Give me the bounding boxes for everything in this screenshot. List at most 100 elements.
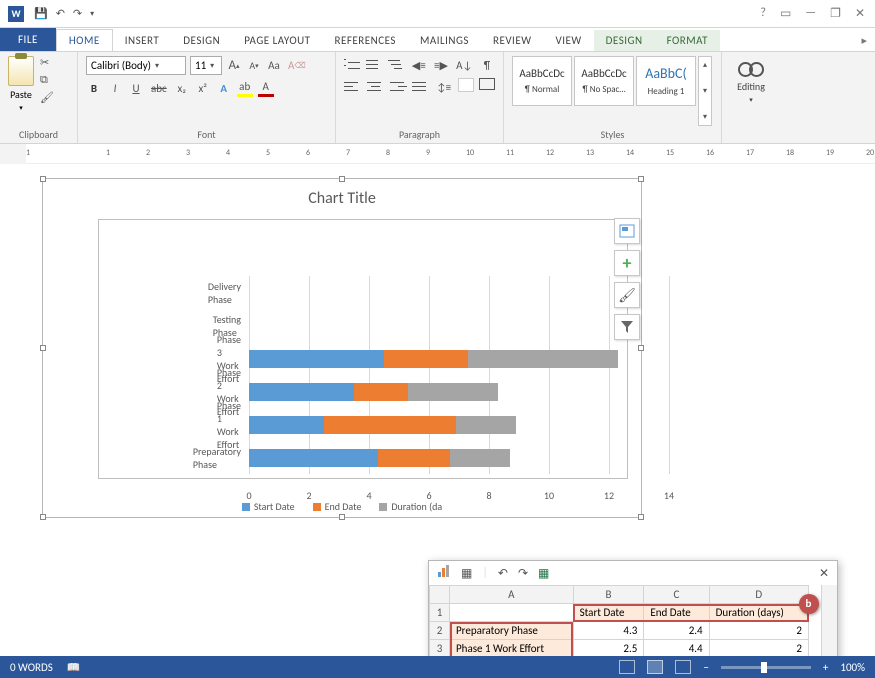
legend-item[interactable]: Duration (da xyxy=(379,500,442,513)
sort-button[interactable]: A↓ xyxy=(455,56,474,74)
cell[interactable]: Preparatory Phase xyxy=(450,622,574,640)
highlight-button[interactable]: ab xyxy=(237,79,253,97)
ribbon-options-icon[interactable]: ▭ xyxy=(780,6,791,21)
styles-scroll[interactable]: ▴▾▾ xyxy=(698,56,712,126)
chart-elements-button[interactable]: + xyxy=(614,250,640,276)
close-icon[interactable]: ✕ xyxy=(819,566,829,581)
minimize-icon[interactable]: — xyxy=(805,6,816,21)
redo-icon[interactable]: ↷ xyxy=(518,566,528,581)
cell[interactable]: 2 xyxy=(709,622,808,640)
italic-button[interactable]: I xyxy=(107,79,123,97)
read-mode-button[interactable] xyxy=(619,660,635,674)
column-header[interactable]: C xyxy=(644,586,709,604)
tab-file[interactable]: FILE xyxy=(0,28,56,51)
underline-button[interactable]: U xyxy=(128,79,144,97)
chart-icon[interactable] xyxy=(437,564,451,582)
excel-icon[interactable]: ▦ xyxy=(538,566,549,581)
tab-mailings[interactable]: MAILINGS xyxy=(408,30,481,51)
decrease-indent-button[interactable]: ◀≡ xyxy=(410,56,427,74)
bar[interactable] xyxy=(249,350,618,368)
cell[interactable]: 4.4 xyxy=(644,640,709,657)
tab-references[interactable]: REFERENCES xyxy=(323,30,408,51)
cell[interactable]: 2.5 xyxy=(573,640,644,657)
change-case-button[interactable]: Aa xyxy=(266,57,282,75)
undo-icon[interactable]: ↶ xyxy=(56,7,65,20)
word-count[interactable]: 0 WORDS xyxy=(10,661,53,674)
column-header[interactable]: B xyxy=(573,586,644,604)
tab-design[interactable]: DESIGN xyxy=(171,30,232,51)
tab-review[interactable]: REVIEW xyxy=(481,30,544,51)
subscript-button[interactable]: x₂ xyxy=(174,79,190,97)
legend-item[interactable]: End Date xyxy=(313,500,362,513)
multilevel-button[interactable] xyxy=(388,56,405,72)
cell[interactable]: Phase 1 Work Effort xyxy=(450,640,574,657)
cell[interactable]: Duration (days) xyxy=(709,604,808,622)
restore-icon[interactable]: ❐ xyxy=(830,6,841,21)
find-icon[interactable] xyxy=(737,56,765,78)
web-layout-button[interactable] xyxy=(675,660,691,674)
tab-page-layout[interactable]: PAGE LAYOUT xyxy=(232,30,322,51)
bar[interactable] xyxy=(249,449,510,467)
chart-object[interactable]: Chart Title 02468101214Delivery PhaseTes… xyxy=(42,178,642,518)
document-area[interactable]: Chart Title 02468101214Delivery PhaseTes… xyxy=(0,164,875,656)
grow-font-button[interactable]: A▴ xyxy=(226,57,242,75)
format-painter-button[interactable]: 🖌 xyxy=(40,91,54,104)
zoom-out-button[interactable]: − xyxy=(703,661,708,674)
redo-icon[interactable]: ↷ xyxy=(73,7,82,20)
style-no-spacing[interactable]: AaBbCcDc¶ No Spac… xyxy=(574,56,634,106)
help-icon[interactable]: ? xyxy=(760,6,766,21)
show-marks-button[interactable]: ¶ xyxy=(479,56,495,74)
numbering-button[interactable] xyxy=(366,56,383,72)
chart-legend[interactable]: Start Date End Date Duration (da xyxy=(43,500,641,513)
legend-item[interactable]: Start Date xyxy=(242,500,295,513)
strikethrough-button[interactable]: abc xyxy=(149,79,169,97)
qat-customize-icon[interactable]: ▾ xyxy=(90,9,94,19)
cell[interactable]: Start Date xyxy=(573,604,644,622)
paste-button[interactable]: Paste ▾ xyxy=(8,56,34,112)
print-layout-button[interactable] xyxy=(647,660,663,674)
cell[interactable] xyxy=(450,604,574,622)
chart-data-editor[interactable]: ▦ | ↶ ↷ ▦ ✕ ABCD1Start DateEnd DateDurat… xyxy=(428,560,838,656)
zoom-level[interactable]: 100% xyxy=(840,661,865,674)
save-icon[interactable]: 💾 xyxy=(34,7,48,20)
shading-button[interactable] xyxy=(458,78,474,92)
column-header[interactable] xyxy=(430,586,450,604)
tab-chart-format[interactable]: FORMAT xyxy=(655,30,720,51)
align-left-button[interactable] xyxy=(344,78,362,94)
vertical-scrollbar[interactable] xyxy=(821,585,837,656)
chart-styles-button[interactable]: 🖌 xyxy=(614,282,640,308)
undo-icon[interactable]: ↶ xyxy=(498,566,508,581)
increase-indent-button[interactable]: ≡▶ xyxy=(432,56,449,74)
cut-button[interactable]: ✂ xyxy=(40,56,54,69)
shrink-font-button[interactable]: A▾ xyxy=(246,57,262,75)
collapse-ribbon-icon[interactable]: ▸ xyxy=(853,30,875,51)
spellcheck-icon[interactable]: 📖 xyxy=(67,661,81,674)
clear-formatting-button[interactable]: A⌫ xyxy=(286,57,308,75)
tab-home[interactable]: HOME xyxy=(56,29,113,51)
copy-button[interactable]: ⧉ xyxy=(40,73,54,87)
align-right-button[interactable] xyxy=(390,78,408,94)
tab-insert[interactable]: INSERT xyxy=(113,30,172,51)
layout-options-button[interactable] xyxy=(614,218,640,244)
align-center-button[interactable] xyxy=(367,78,385,94)
borders-button[interactable] xyxy=(479,78,495,90)
cell[interactable]: 2.4 xyxy=(644,622,709,640)
tab-chart-design[interactable]: DESIGN xyxy=(594,30,655,51)
close-icon[interactable]: ✕ xyxy=(855,6,865,21)
style-heading1[interactable]: AaBbC(Heading 1 xyxy=(636,56,696,106)
cell[interactable]: End Date xyxy=(644,604,709,622)
text-effects-button[interactable]: A xyxy=(216,79,232,97)
zoom-in-button[interactable]: + xyxy=(823,661,828,674)
justify-button[interactable] xyxy=(412,78,430,94)
cell[interactable]: 2 xyxy=(709,640,808,657)
zoom-slider[interactable] xyxy=(721,666,811,669)
bold-button[interactable]: B xyxy=(86,79,102,97)
bullets-button[interactable] xyxy=(344,56,361,72)
line-spacing-button[interactable]: ↕≡ xyxy=(435,78,453,96)
style-normal[interactable]: AaBbCcDc¶ Normal xyxy=(512,56,572,106)
cell[interactable]: 4.3 xyxy=(573,622,644,640)
chart-title[interactable]: Chart Title xyxy=(43,189,641,208)
superscript-button[interactable]: x² xyxy=(195,79,211,97)
font-size-combo[interactable]: 11▾ xyxy=(190,56,222,75)
column-header[interactable]: A xyxy=(450,586,574,604)
